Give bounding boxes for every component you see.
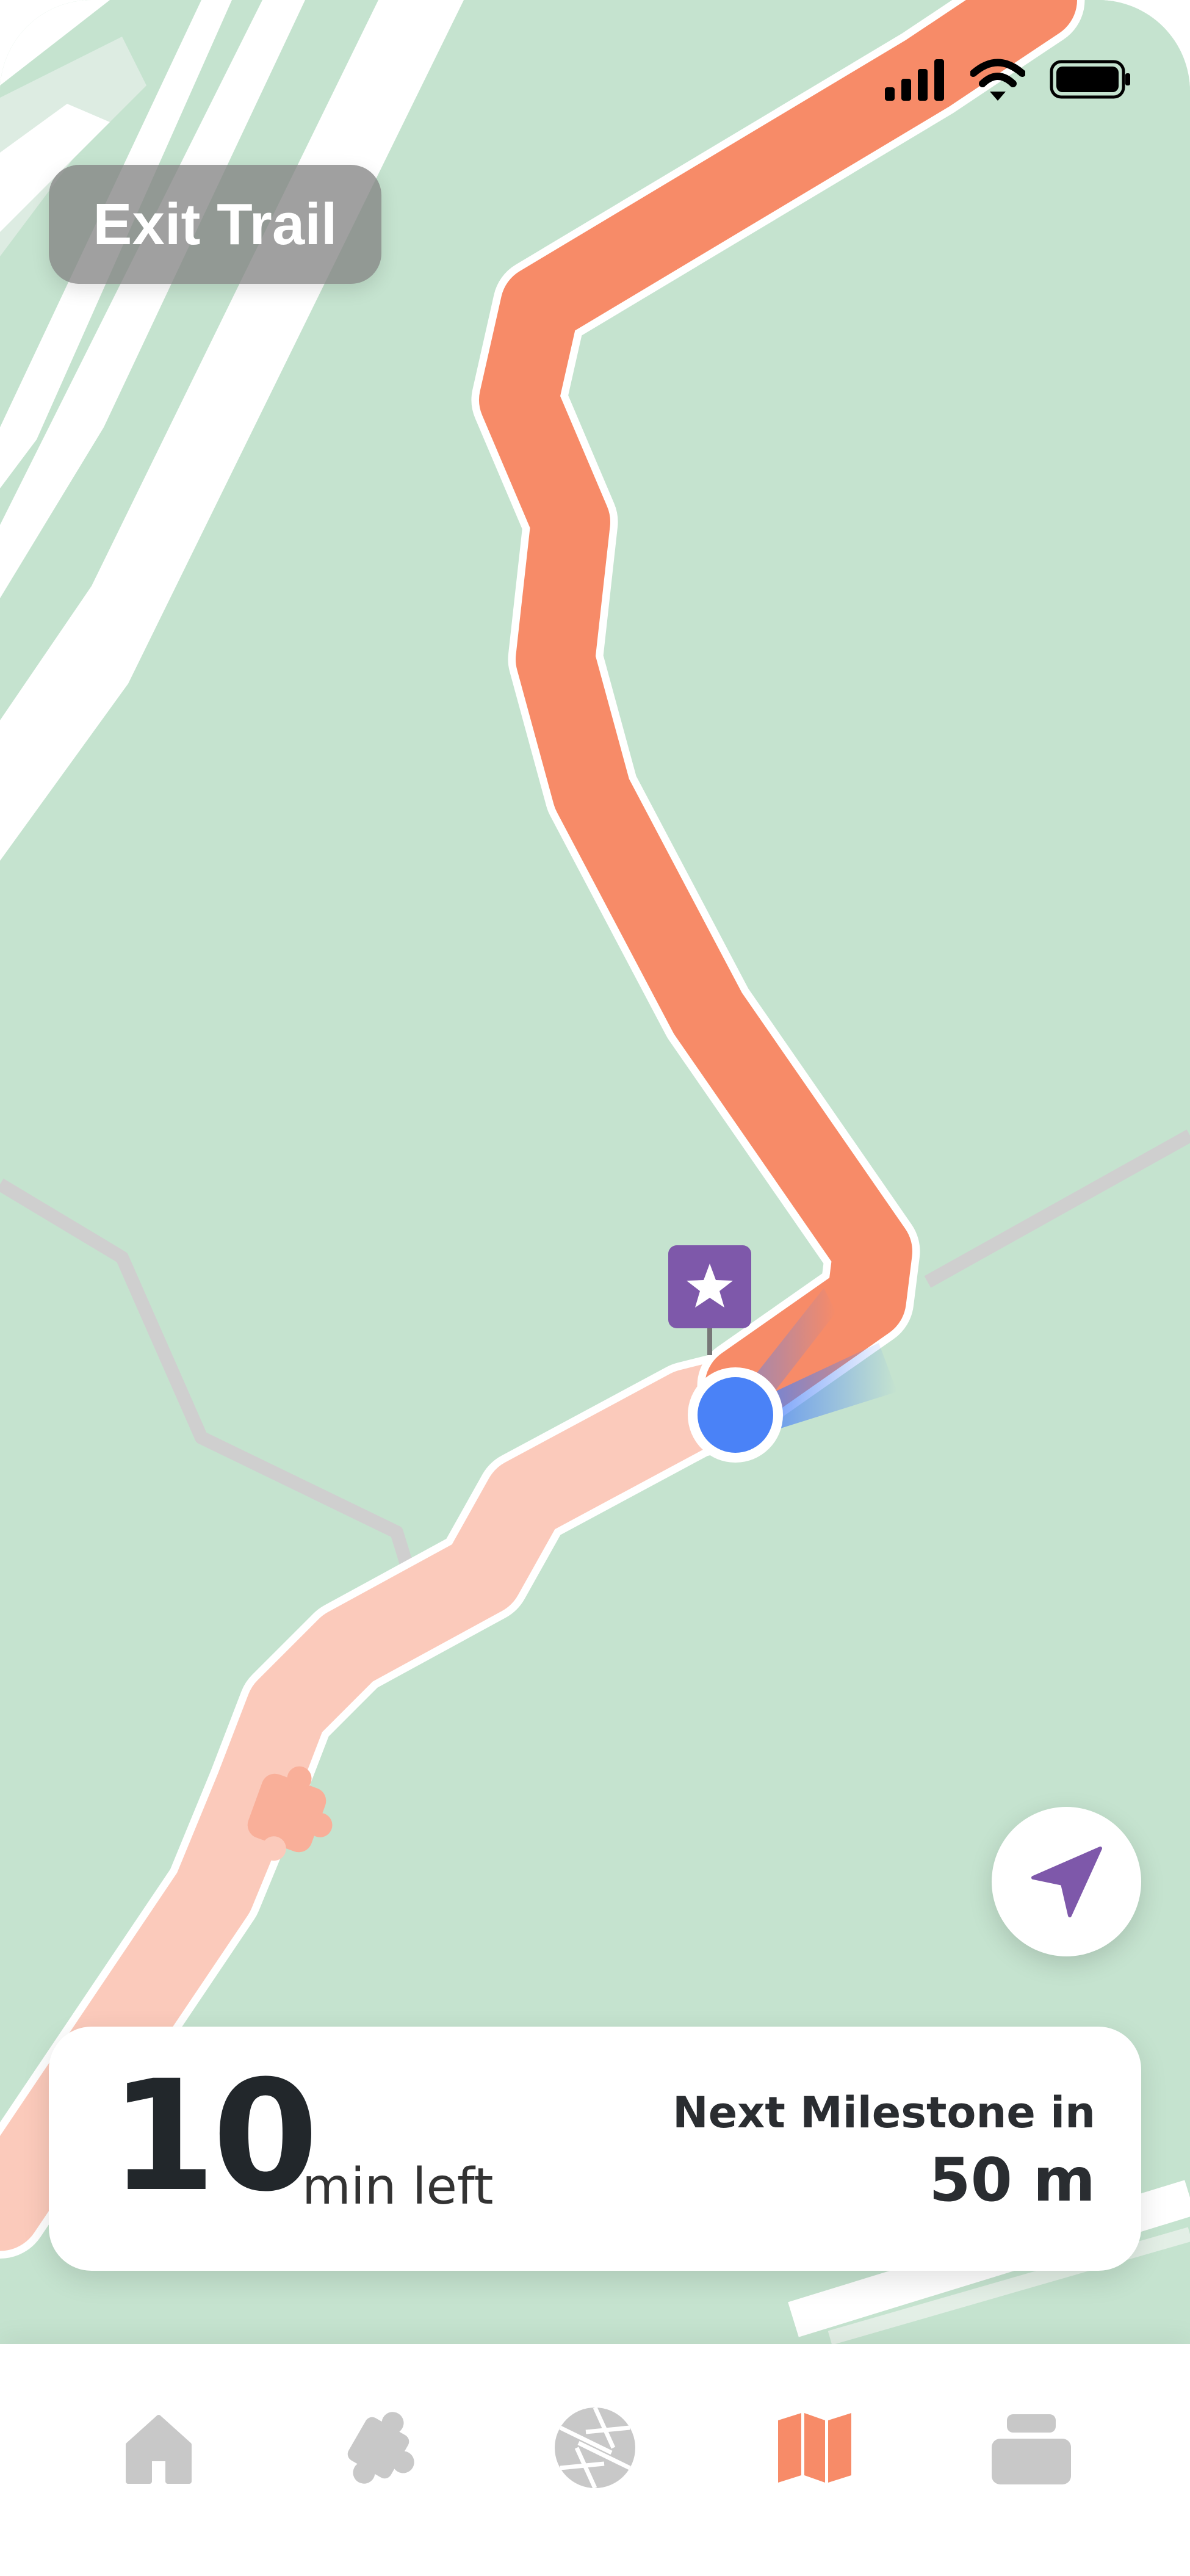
battery-icon [1050, 60, 1130, 99]
tab-puzzles[interactable] [326, 2396, 430, 2500]
minutes-left-label: min left [302, 2158, 494, 2216]
trail-info-card: 10 min left Next Milestone in 50 m [49, 2027, 1141, 2271]
status-bar [885, 58, 1132, 101]
map-icon [778, 2413, 851, 2483]
bottom-tab-bar [0, 2344, 1190, 2576]
wifi-icon [970, 59, 1025, 101]
tab-camera[interactable] [543, 2396, 647, 2500]
exit-trail-button[interactable]: Exit Trail [49, 165, 381, 284]
recenter-button[interactable] [992, 1807, 1141, 1956]
current-location-dot [688, 1367, 783, 1463]
signal-bars-icon [885, 59, 944, 101]
next-milestone-label: Next Milestone in [673, 2088, 1095, 2138]
navigation-arrow-icon [1031, 1846, 1102, 1917]
home-icon [126, 2415, 192, 2484]
puzzle-icon [347, 2412, 414, 2484]
next-milestone-distance: 50 m [929, 2146, 1095, 2215]
tab-collection[interactable] [979, 2396, 1083, 2500]
aperture-icon [555, 2406, 635, 2489]
stack-icon [992, 2414, 1071, 2484]
trail-screen: Exit Trail 10 min left Next Milestone in… [0, 0, 1190, 2576]
tab-home[interactable] [107, 2396, 211, 2500]
tab-map[interactable] [763, 2396, 867, 2500]
minutes-left-value: 10 [110, 2047, 319, 2225]
